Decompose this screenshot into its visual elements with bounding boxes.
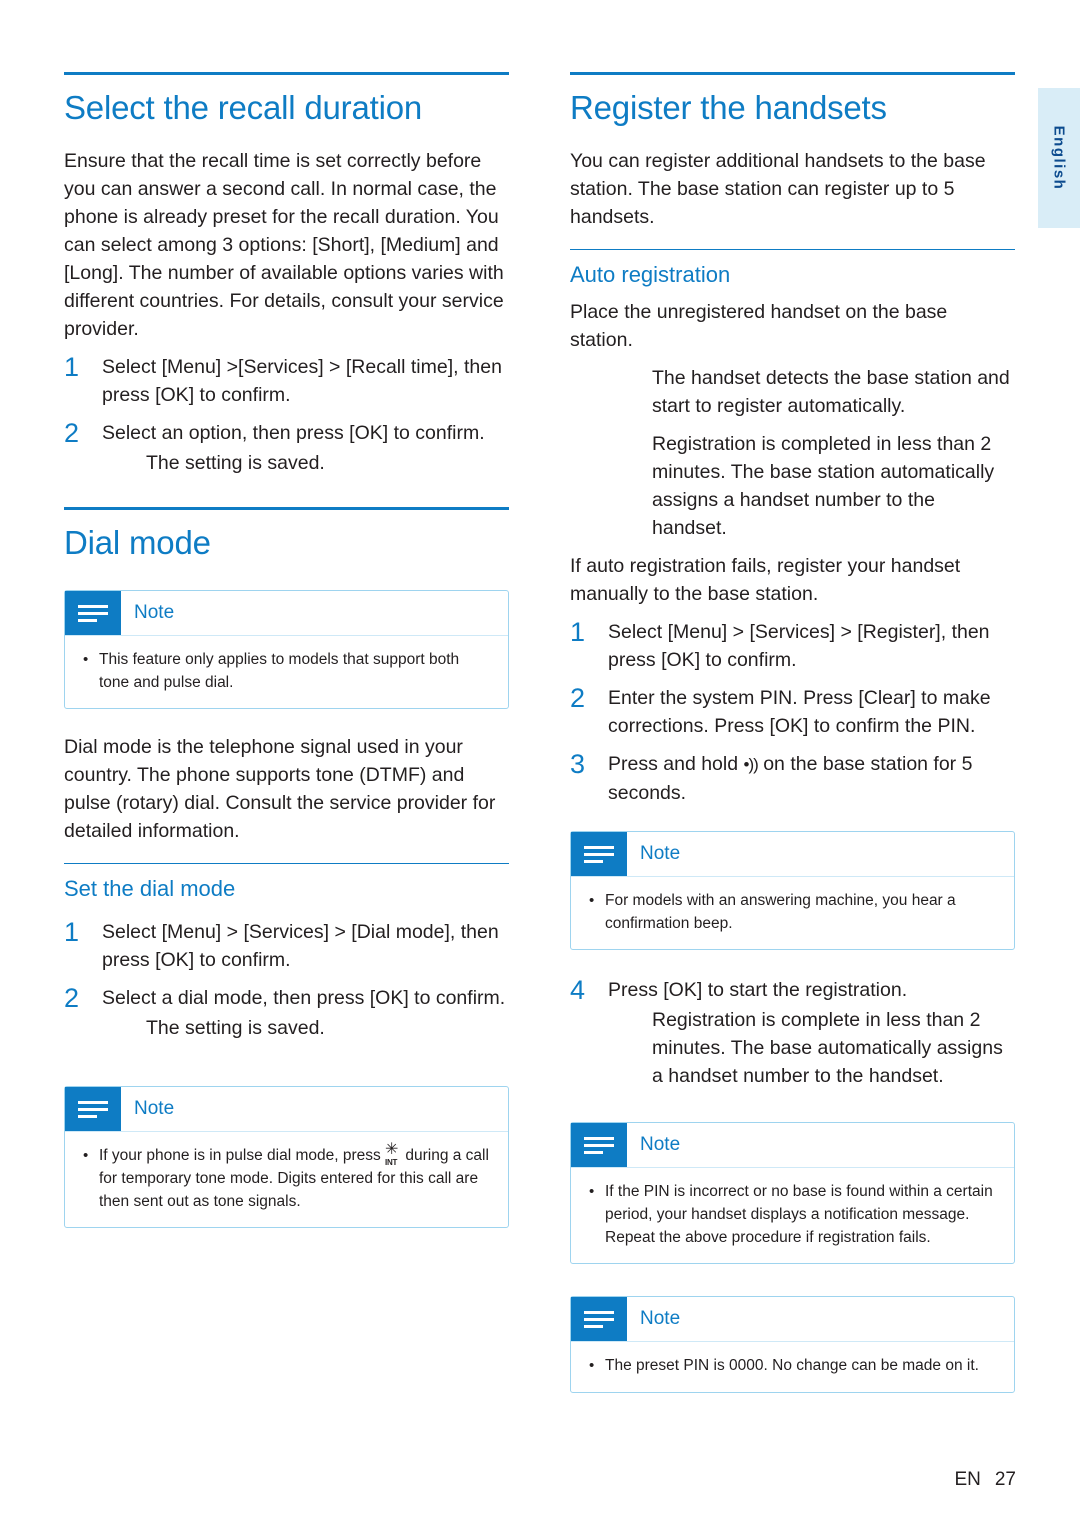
auto-registration-detail-1: The handset detects the base station and…	[652, 367, 1010, 417]
register-step-4-result: Registration is complete in less than 2 …	[652, 1009, 1003, 1087]
note-body: • If your phone is in pulse dial mode, p…	[65, 1132, 508, 1227]
auto-registration-intro: Place the unregistered handset on the ba…	[570, 301, 948, 351]
section-title-auto-registration: Auto registration	[570, 249, 1015, 294]
note-text-part1: If your phone is in pulse dial mode, pre…	[99, 1147, 386, 1164]
step-text: Select [Menu] >[Services] > [Recall time…	[102, 356, 502, 406]
note-text: If your phone is in pulse dial mode, pre…	[99, 1141, 492, 1213]
note-icon	[571, 1123, 627, 1167]
paging-button-icon: •))	[743, 755, 759, 774]
language-tab-label: English	[1050, 125, 1068, 191]
note-text: For models with an answering machine, yo…	[605, 892, 956, 932]
note-box-pin-incorrect: Note • If the PIN is incorrect or no bas…	[570, 1122, 1015, 1264]
note-box-preset-pin: Note • The preset PIN is 0000. No change…	[570, 1296, 1015, 1393]
auto-registration-detail-2: Registration is completed in less than 2…	[652, 433, 995, 539]
step-number: 1	[64, 352, 80, 382]
left-column: Select the recall duration Ensure that t…	[64, 72, 509, 1228]
star-int-key-icon: ✳ INT	[385, 1141, 399, 1167]
manual-page: English Select the recall duration Ensur…	[0, 0, 1080, 1527]
bullet-icon: •	[83, 651, 89, 668]
note-text: The preset PIN is 0000. No change can be…	[605, 1357, 979, 1374]
bullet-icon: •	[589, 1183, 595, 1200]
note-label: Note	[134, 1098, 175, 1119]
set-dial-step-1: 1 Select [Menu] > [Services] > [Dial mod…	[64, 918, 509, 974]
step-number: 4	[570, 975, 586, 1005]
step-number: 1	[64, 917, 80, 947]
note-body: • This feature only applies to models th…	[65, 636, 508, 708]
register-step-1: 1 Select [Menu] > [Services] > [Register…	[570, 618, 1015, 674]
register-intro-paragraph: You can register additional handsets to …	[570, 150, 986, 228]
set-dial-step-2-result: The setting is saved.	[146, 1017, 325, 1039]
note-body: • For models with an answering machine, …	[571, 877, 1014, 949]
note-label: Note	[640, 843, 681, 864]
register-step-3: 3 Press and hold •)) on the base station…	[570, 750, 1015, 807]
note-box-answering-machine: Note • For models with an answering mach…	[570, 831, 1015, 950]
step-text: Select [Menu] > [Services] > [Dial mode]…	[102, 921, 499, 971]
footer-locale: EN	[954, 1469, 981, 1490]
note-header: Note	[65, 591, 508, 636]
bullet-icon: •	[83, 1147, 89, 1164]
note-label: Note	[134, 602, 175, 623]
note-text: If the PIN is incorrect or no base is fo…	[605, 1183, 993, 1246]
recall-intro-paragraph: Ensure that the recall time is set corre…	[64, 150, 504, 340]
step-number: 2	[570, 683, 586, 713]
step-text-part1: Press and hold	[608, 753, 744, 775]
right-column: Register the handsets You can register a…	[570, 72, 1015, 1393]
section-title-set-dial-mode: Set the dial mode	[64, 863, 509, 908]
step-number: 2	[64, 983, 80, 1013]
note-box-pulse-dial: Note • If your phone is in pulse dial mo…	[64, 1086, 509, 1228]
page-title-register-handsets: Register the handsets	[570, 72, 1015, 137]
manual-registration-intro: If auto registration fails, register you…	[570, 555, 961, 605]
note-label: Note	[640, 1308, 681, 1329]
dial-mode-body: Dial mode is the telephone signal used i…	[64, 736, 496, 842]
step-text: Select a dial mode, then press [OK] to c…	[102, 987, 506, 1009]
step-number: 2	[64, 418, 80, 448]
step-number: 1	[570, 617, 586, 647]
bullet-icon: •	[589, 892, 595, 909]
note-icon	[571, 832, 627, 876]
note-body: • The preset PIN is 0000. No change can …	[571, 1342, 1014, 1392]
note-box-dial-mode: Note • This feature only applies to mode…	[64, 590, 509, 709]
page-title-dial-mode: Dial mode	[64, 507, 509, 572]
step-text: Press and hold •)) on the base station f…	[608, 750, 1015, 807]
step-text: Select [Menu] > [Services] > [Register],…	[608, 621, 990, 671]
register-step-4: 4 Press [OK] to start the registration.	[570, 976, 1015, 1004]
note-header: Note	[65, 1087, 508, 1132]
step-text: Enter the system PIN. Press [Clear] to m…	[608, 687, 991, 737]
page-footer: EN 27	[954, 1469, 1016, 1491]
recall-step-2: 2 Select an option, then press [OK] to c…	[64, 419, 509, 447]
register-step-2: 2 Enter the system PIN. Press [Clear] to…	[570, 684, 1015, 740]
note-label: Note	[640, 1134, 681, 1155]
note-header: Note	[571, 832, 1014, 877]
set-dial-step-2: 2 Select a dial mode, then press [OK] to…	[64, 984, 509, 1012]
step-number: 3	[570, 749, 586, 779]
note-header: Note	[571, 1297, 1014, 1342]
step-text: Press [OK] to start the registration.	[608, 979, 908, 1001]
note-icon	[65, 591, 121, 635]
note-text: This feature only applies to models that…	[99, 651, 460, 691]
footer-page-number: 27	[994, 1469, 1016, 1490]
step-text: Select an option, then press [OK] to con…	[102, 422, 485, 444]
recall-step-1: 1 Select [Menu] >[Services] > [Recall ti…	[64, 353, 509, 409]
note-icon	[571, 1297, 627, 1341]
recall-step-2-result: The setting is saved.	[146, 452, 325, 474]
bullet-icon: •	[589, 1357, 595, 1374]
note-body: • If the PIN is incorrect or no base is …	[571, 1168, 1014, 1263]
page-title-recall-duration: Select the recall duration	[64, 72, 509, 137]
note-header: Note	[571, 1123, 1014, 1168]
note-icon	[65, 1087, 121, 1131]
language-tab: English	[1038, 88, 1080, 228]
